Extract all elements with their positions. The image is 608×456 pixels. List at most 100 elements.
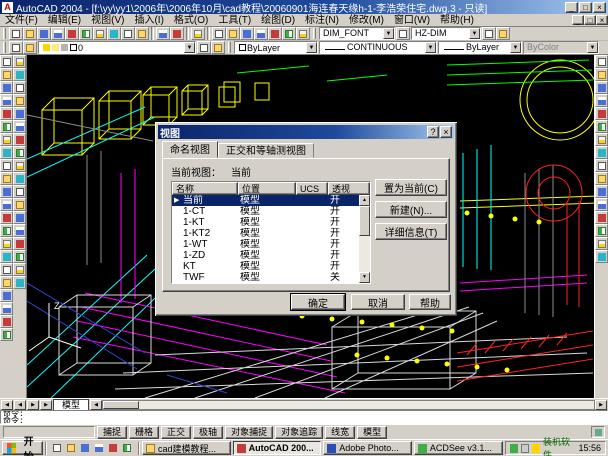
match-properties-icon[interactable] xyxy=(135,27,149,40)
horizontal-scrollbar[interactable]: ◀ ▶ xyxy=(90,399,607,410)
zoom-realtime-icon[interactable] xyxy=(226,27,240,40)
snap-center-icon[interactable] xyxy=(13,107,26,120)
menu-dimension[interactable]: 标注(N) xyxy=(300,14,344,27)
area-icon[interactable] xyxy=(13,263,26,276)
linetype-combo[interactable]: CONTINUOUS ▼ xyxy=(319,41,437,54)
menu-window[interactable]: 窗口(W) xyxy=(389,14,435,27)
spelling-icon[interactable] xyxy=(79,27,93,40)
toolbar-grip[interactable] xyxy=(3,28,6,39)
color-combo[interactable]: ByLayer ▼ xyxy=(234,41,318,54)
statusbar-tray-icon[interactable] xyxy=(591,426,605,438)
circle-icon[interactable] xyxy=(0,133,13,146)
region-icon[interactable] xyxy=(0,250,13,263)
scale-icon[interactable] xyxy=(595,146,608,159)
tab-named-views[interactable]: 命名视图 xyxy=(162,141,218,158)
chevron-down-icon[interactable]: ▼ xyxy=(425,42,436,53)
offset-icon[interactable] xyxy=(595,94,608,107)
print-icon[interactable] xyxy=(51,27,65,40)
column-header-perspective[interactable]: 透视 xyxy=(328,182,370,195)
minimize-button[interactable]: _ xyxy=(565,2,578,13)
chevron-down-icon[interactable]: ▼ xyxy=(306,42,317,53)
array-icon[interactable] xyxy=(595,107,608,120)
view-list-row[interactable]: 1-WT 模型 开 xyxy=(172,239,359,250)
menu-insert[interactable]: 插入(I) xyxy=(129,14,168,27)
ok-button[interactable]: 确定 xyxy=(291,294,345,310)
column-header-location[interactable]: 位置 xyxy=(238,182,296,195)
zoom-previous-icon[interactable] xyxy=(254,27,268,40)
grid-toggle[interactable]: 栅格 xyxy=(129,426,159,439)
menu-edit[interactable]: 编辑(E) xyxy=(43,14,86,27)
menu-file[interactable]: 文件(F) xyxy=(0,14,43,27)
dialog-close-button[interactable]: × xyxy=(440,126,452,138)
tab-first-button[interactable]: ◀ xyxy=(1,400,13,410)
snap-parallel-icon[interactable] xyxy=(13,159,26,172)
acdsee-icon[interactable] xyxy=(121,442,134,455)
osnap-settings-icon[interactable] xyxy=(13,224,26,237)
media-player-icon[interactable] xyxy=(93,442,106,455)
view-list-row[interactable]: TWF 模型 关 xyxy=(172,272,359,283)
pan-realtime-icon[interactable] xyxy=(212,27,226,40)
clock[interactable]: 15:56 xyxy=(578,443,601,453)
move-icon[interactable] xyxy=(595,120,608,133)
tab-next-button[interactable]: ▶ xyxy=(27,400,39,410)
construction-line-icon[interactable] xyxy=(0,68,13,81)
ime-tray-icon[interactable] xyxy=(521,444,529,453)
column-header-name[interactable]: 名称 xyxy=(172,182,238,195)
chevron-down-icon[interactable]: ▼ xyxy=(469,28,480,39)
view-list-row[interactable]: KT 模型 开 xyxy=(172,261,359,272)
lineweight-combo[interactable]: ByLayer ▼ xyxy=(438,41,522,54)
coordinate-readout[interactable] xyxy=(3,426,95,438)
scroll-left-icon[interactable]: ◀ xyxy=(90,400,102,410)
pan-icon[interactable] xyxy=(0,302,13,315)
chamfer-icon[interactable] xyxy=(595,224,608,237)
ortho-toggle[interactable]: 正交 xyxy=(161,426,191,439)
new-file-icon[interactable] xyxy=(9,27,23,40)
insert-hyperlink-icon[interactable] xyxy=(191,27,205,40)
view-list-row[interactable]: 1-KT 模型 开 xyxy=(172,217,359,228)
snap-quadrant-icon[interactable] xyxy=(13,120,26,133)
ucs-icon[interactable] xyxy=(13,237,26,250)
snap-from-icon[interactable] xyxy=(0,315,13,328)
osnap-toggle[interactable]: 对象捕捉 xyxy=(225,426,273,439)
menu-draw[interactable]: 绘图(D) xyxy=(256,14,300,27)
dim-style-combo[interactable]: HZ-DIM ▼ xyxy=(411,27,481,40)
revision-cloud-icon[interactable] xyxy=(0,146,13,159)
spline-icon[interactable] xyxy=(0,159,13,172)
close-button[interactable]: × xyxy=(593,2,606,13)
text-style-combo[interactable]: DIM_FONT ▼ xyxy=(319,27,395,40)
cut-icon[interactable] xyxy=(93,27,107,40)
snap-endpoint-icon[interactable] xyxy=(0,328,13,341)
menu-view[interactable]: 视图(V) xyxy=(86,14,129,27)
zoom-in-icon[interactable] xyxy=(0,276,13,289)
distance-icon[interactable] xyxy=(13,250,26,263)
model-space-toggle[interactable]: 模型 xyxy=(357,426,387,439)
snap-node-icon[interactable] xyxy=(13,185,26,198)
toolbar-grip[interactable] xyxy=(228,42,231,53)
erase-icon[interactable] xyxy=(595,55,608,68)
properties-icon[interactable] xyxy=(268,27,282,40)
command-window[interactable]: 命令: 命令: xyxy=(0,410,608,424)
snap-midpoint-icon[interactable] xyxy=(13,55,26,68)
rectangle-icon[interactable] xyxy=(0,107,13,120)
redo-icon[interactable] xyxy=(170,27,184,40)
hatch-icon[interactable] xyxy=(0,237,13,250)
ellipse-arc-icon[interactable] xyxy=(0,185,13,198)
point-icon[interactable] xyxy=(0,224,13,237)
mirror-icon[interactable] xyxy=(595,81,608,94)
line-icon[interactable] xyxy=(0,55,13,68)
snap-intersection-icon[interactable] xyxy=(13,68,26,81)
make-block-icon[interactable] xyxy=(0,211,13,224)
stretch-icon[interactable] xyxy=(595,159,608,172)
mdi-restore-button[interactable]: □ xyxy=(584,15,596,25)
snap-toggle[interactable]: 捕捉 xyxy=(97,426,127,439)
column-header-ucs[interactable]: UCS xyxy=(296,182,328,195)
chevron-down-icon[interactable]: ▼ xyxy=(383,28,394,39)
layers-icon[interactable] xyxy=(9,41,23,54)
task-autocad[interactable]: AutoCAD 200... xyxy=(233,441,322,455)
view-list-row[interactable]: 1-ZD 模型 开 xyxy=(172,250,359,261)
polygon-icon[interactable] xyxy=(0,94,13,107)
list-icon[interactable] xyxy=(13,276,26,289)
view-list-row[interactable]: 1-CT 模型 开 xyxy=(172,206,359,217)
dialog-help-button[interactable]: ? xyxy=(427,126,439,138)
make-object-layer-current-icon[interactable] xyxy=(197,41,211,54)
